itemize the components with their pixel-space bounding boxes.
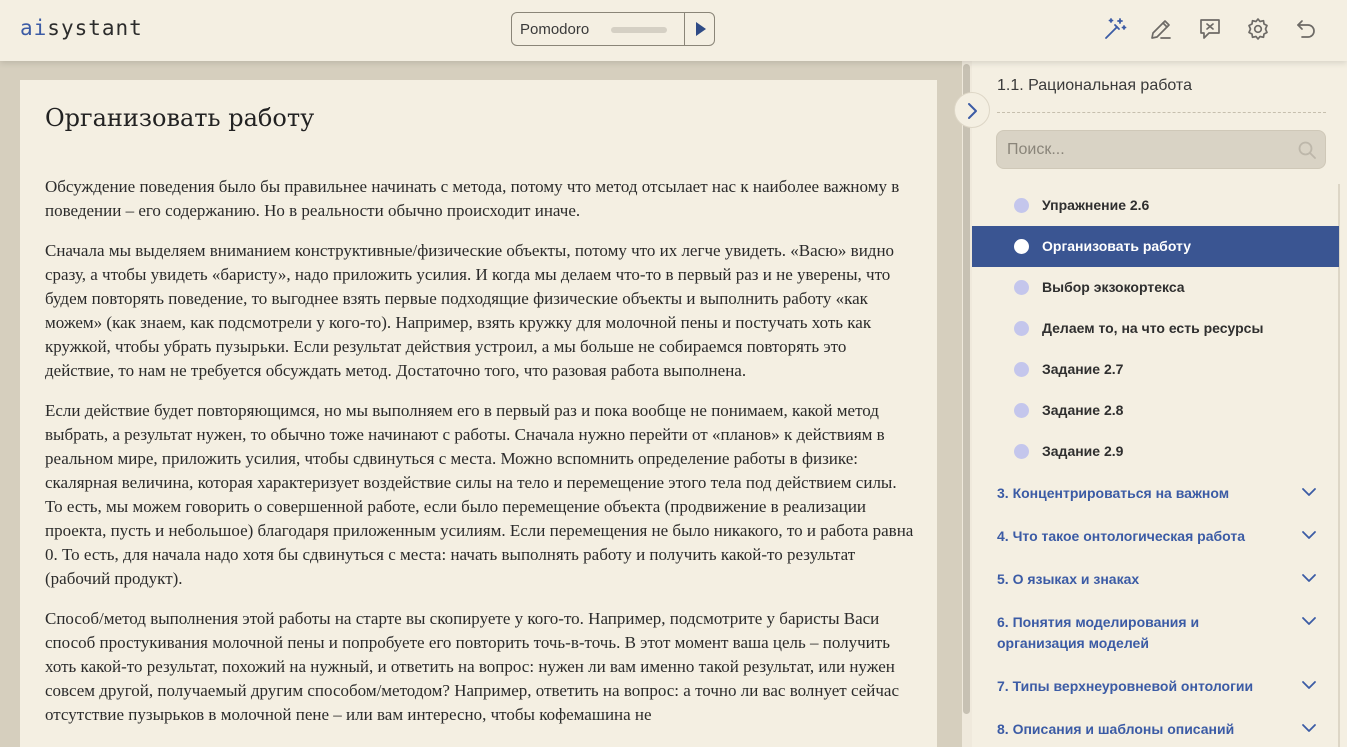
lesson-item-active[interactable]: Организовать работу: [972, 226, 1339, 267]
section-item[interactable]: 7. Типы верхнеуровневой онтологии: [997, 676, 1317, 697]
app-logo[interactable]: aisystant: [20, 16, 143, 40]
feedback-icon: [1200, 19, 1220, 39]
section-label: 5. О языках и знаках: [997, 571, 1140, 587]
top-bar: aisystant Pomodoro: [0, 0, 1347, 61]
undo-icon: [1297, 20, 1315, 38]
pomodoro-play-button[interactable]: [684, 13, 714, 45]
lesson-item[interactable]: Упражнение 2.6: [972, 185, 1339, 226]
section-item[interactable]: 3. Концентрироваться на важном: [997, 483, 1317, 504]
pomodoro-widget: Pomodoro: [511, 12, 715, 46]
lesson-label: Делаем то, на что есть ресурсы: [1042, 320, 1264, 336]
lesson-label: Организовать работу: [1042, 238, 1192, 254]
section-item[interactable]: 6. Понятия моделирования и организация м…: [997, 612, 1317, 654]
logo-text: systant: [47, 16, 143, 40]
sidebar-search: [996, 130, 1326, 169]
chevron-down-icon[interactable]: [1301, 723, 1317, 733]
search-icon[interactable]: [1297, 140, 1317, 160]
sidebar-toggle-button[interactable]: [954, 92, 990, 128]
course-sidebar: 1.1. Рациональная работа Упражнение 2.6 …: [972, 61, 1347, 747]
section-label: 6. Понятия моделирования и организация м…: [997, 614, 1200, 651]
article-title: Организовать работу: [45, 104, 315, 132]
status-dot-icon: [1014, 198, 1029, 213]
sidebar-title: 1.1. Рациональная работа: [997, 77, 1192, 94]
content-scrollbar-thumb[interactable]: [963, 64, 970, 714]
lesson-item[interactable]: Задание 2.9: [972, 431, 1339, 472]
lesson-label: Задание 2.7: [1042, 361, 1124, 377]
lesson-label: Упражнение 2.6: [1042, 197, 1150, 213]
article-paragraph: Обсуждение поведения было бы правильнее …: [45, 177, 900, 220]
chevron-down-icon[interactable]: [1301, 680, 1317, 690]
status-dot-icon: [1014, 444, 1029, 459]
section-label: 3. Концентрироваться на важном: [997, 485, 1230, 501]
pomodoro-label: Pomodoro: [520, 21, 590, 38]
chevron-down-icon[interactable]: [1301, 573, 1317, 583]
magic-wand-button[interactable]: [1101, 16, 1127, 42]
chevron-right-icon: [968, 103, 977, 119]
settings-button[interactable]: [1245, 16, 1271, 42]
status-dot-icon: [1014, 321, 1029, 336]
search-input[interactable]: [1007, 139, 1287, 161]
chevron-down-icon[interactable]: [1301, 616, 1317, 626]
pomodoro-progress-bar: [611, 27, 667, 33]
status-dot-icon: [1014, 239, 1029, 254]
feedback-button[interactable]: [1197, 16, 1223, 42]
chevron-down-icon[interactable]: [1301, 530, 1317, 540]
section-item[interactable]: 8. Описания и шаблоны описаний: [997, 719, 1317, 740]
pencil-icon: [1151, 20, 1171, 39]
undo-button[interactable]: [1293, 16, 1319, 42]
section-label: 7. Типы верхнеуровневой онтологии: [997, 678, 1254, 694]
status-dot-icon: [1014, 280, 1029, 295]
section-item[interactable]: 5. О языках и знаках: [997, 569, 1317, 590]
chevron-down-icon[interactable]: [1301, 487, 1317, 497]
play-icon: [696, 22, 706, 36]
article: Организовать работу Обсуждение поведения…: [20, 80, 937, 747]
lesson-label: Задание 2.9: [1042, 443, 1124, 459]
lesson-item[interactable]: Выбор экзокортекса: [972, 267, 1339, 308]
lesson-item[interactable]: Задание 2.7: [972, 349, 1339, 390]
sidebar-divider: [997, 112, 1326, 113]
status-dot-icon: [1014, 362, 1029, 377]
gear-icon: [1248, 18, 1268, 40]
section-item[interactable]: 4. Что такое онтологическая работа: [997, 526, 1317, 547]
article-paragraph: Сначала мы выделяем вниманием конструкти…: [45, 241, 895, 380]
article-paragraph: Способ/метод выполнения этой работы на с…: [45, 609, 900, 724]
magic-wand-icon: [1105, 18, 1127, 39]
lesson-item[interactable]: Делаем то, на что есть ресурсы: [972, 308, 1339, 349]
status-dot-icon: [1014, 403, 1029, 418]
section-label: 8. Описания и шаблоны описаний: [997, 721, 1235, 737]
lesson-item[interactable]: Задание 2.8: [972, 390, 1339, 431]
lesson-label: Задание 2.8: [1042, 402, 1124, 418]
section-label: 4. Что такое онтологическая работа: [997, 528, 1245, 544]
lesson-label: Выбор экзокортекса: [1042, 279, 1185, 295]
edit-button[interactable]: [1148, 16, 1174, 42]
article-body: Обсуждение поведения было бы правильнее …: [45, 175, 915, 743]
logo-ai: ai: [20, 16, 48, 40]
article-paragraph: Если действие будет повторяющимся, но мы…: [45, 401, 914, 588]
